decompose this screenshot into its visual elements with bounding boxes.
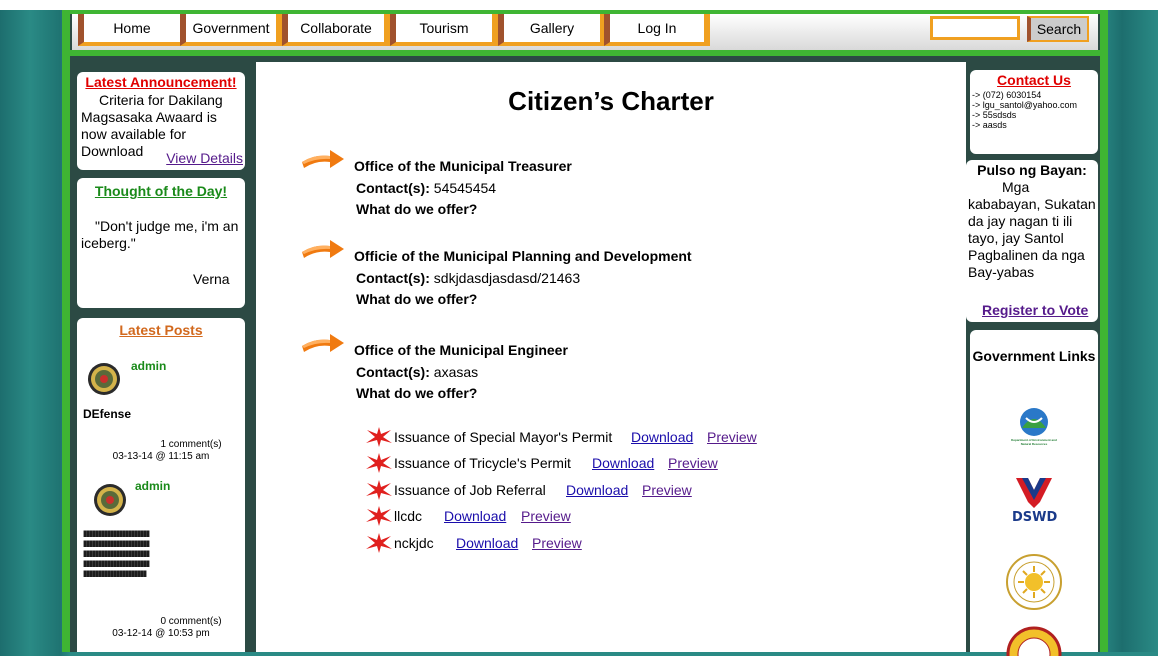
pulso-text: Mga kababayan, Sukatan da jay nagan ti i… (968, 179, 1096, 280)
office-contact: Contact(s): sdkjdasdjasdasd/21463 (356, 270, 580, 286)
post-author[interactable]: admin (135, 479, 170, 493)
contact-value: sdkjdasdjasdasd/21463 (433, 270, 581, 286)
contact-value: axasas (433, 364, 479, 380)
contact-line: -> (072) 6030154 (972, 90, 1042, 100)
thought-author: Verna (193, 271, 230, 287)
thought-title[interactable]: Thought of the Day! (77, 183, 245, 199)
contact-title[interactable]: Contact Us (970, 72, 1098, 88)
download-link[interactable]: Download (592, 455, 654, 471)
gov-links-panel: Government Links Department of Environme… (970, 330, 1098, 656)
seal-icon (94, 484, 126, 516)
contact-list: -> (072) 6030154 -> lgu_santol@yahoo.com… (972, 90, 1077, 130)
star-icon (366, 427, 392, 447)
preview-link[interactable]: Preview (707, 429, 757, 445)
preview-link[interactable]: Preview (521, 508, 571, 524)
preview-link[interactable]: Preview (642, 482, 692, 498)
post-title[interactable]: DEfense (83, 407, 131, 421)
arrow-icon (302, 150, 344, 168)
search-input[interactable] (930, 16, 1020, 40)
post-date: 03-13-14 @ 11:15 am (112, 451, 210, 462)
permit-name: Issuance of Job Referral (394, 482, 546, 498)
arrow-icon (302, 240, 344, 258)
download-link[interactable]: Download (444, 508, 506, 524)
denr-caption: Department of Environment and Natural Re… (1011, 438, 1057, 446)
nav-gallery[interactable]: Gallery (498, 14, 606, 46)
contact-label: Contact(s): (356, 180, 430, 196)
download-link[interactable]: Download (631, 429, 693, 445)
permit-name: nckjdc (394, 535, 434, 551)
post-author[interactable]: admin (131, 359, 166, 373)
pulso-title: Pulso ng Bayan: (977, 162, 1087, 178)
star-icon (366, 480, 392, 500)
thought-panel: Thought of the Day! "Don't judge me, i'm… (77, 178, 245, 308)
permit-name: Issuance of Tricycle's Permit (394, 455, 571, 471)
preview-link[interactable]: Preview (668, 455, 718, 471)
announcement-title[interactable]: Latest Announcement! (77, 74, 245, 90)
download-link[interactable]: Download (456, 535, 518, 551)
post-comments[interactable]: 0 comment(s) (77, 616, 245, 628)
permit-name: Issuance of Special Mayor's Permit (394, 429, 613, 445)
seal-icon (88, 363, 120, 395)
denr-logo-icon (1020, 408, 1048, 436)
post-date: 03-12-14 @ 10:53 pm (112, 628, 210, 639)
office-offer[interactable]: What do we offer? (356, 201, 477, 217)
office-name: Office of the Municipal Engineer (354, 342, 568, 358)
office-contact: Contact(s): 54545454 (356, 180, 496, 196)
arrow-icon (302, 334, 344, 352)
contact-value: 54545454 (433, 180, 497, 196)
office-offer[interactable]: What do we offer? (356, 291, 477, 307)
office-name: Office of the Municipal Treasurer (354, 158, 572, 174)
nav-home[interactable]: Home (78, 14, 186, 46)
office-name: Officie of the Municipal Planning and De… (354, 248, 692, 264)
permit-name: llcdc (394, 508, 423, 524)
post-comments[interactable]: 1 comment(s) (77, 439, 245, 451)
nav-underline (70, 50, 1100, 56)
search-button[interactable]: Search (1027, 16, 1089, 42)
dswd-link[interactable]: DSWD (1012, 476, 1058, 528)
view-details-anchor[interactable]: View Details (166, 150, 243, 166)
nav-collaborate[interactable]: Collaborate (282, 14, 390, 46)
pulso-panel: Pulso ng Bayan: Mga kababayan, Sukatan d… (966, 160, 1098, 322)
post-body: IIIIIIIIIIIIIIIIIIIIIIIIIIIIIIIIIIIIIIII… (83, 529, 150, 579)
dswd-logo-icon (1016, 478, 1052, 508)
nav-tourism[interactable]: Tourism (390, 14, 498, 46)
page-title: Citizen’s Charter (508, 86, 714, 116)
latest-posts-title[interactable]: Latest Posts (77, 322, 245, 338)
tourism-seal-icon[interactable] (1006, 554, 1062, 610)
denr-link[interactable]: Department of Environment and Natural Re… (1008, 406, 1060, 454)
contact-line: -> lgu_santol@yahoo.com (972, 100, 1077, 110)
preview-link[interactable]: Preview (532, 535, 582, 551)
announcement-panel: Latest Announcement! Criteria for Dakila… (77, 72, 245, 170)
nav-government[interactable]: Government (180, 14, 282, 46)
gov-links-title: Government Links (972, 348, 1096, 364)
nav-login[interactable]: Log In (604, 14, 710, 46)
contact-panel: Contact Us -> (072) 6030154 -> lgu_santo… (970, 70, 1098, 154)
contact-label: Contact(s): (356, 364, 430, 380)
view-details-link[interactable]: View Details (166, 150, 243, 166)
star-icon (366, 453, 392, 473)
contact-label: Contact(s): (356, 270, 430, 286)
download-link[interactable]: Download (566, 482, 628, 498)
dswd-caption: DSWD (1012, 510, 1058, 525)
latest-posts-panel: Latest Posts admin DEfense 1 comment(s) … (77, 318, 245, 652)
office-offer[interactable]: What do we offer? (356, 385, 477, 401)
contact-line: -> aasds (972, 120, 1007, 130)
top-strip (0, 0, 1158, 10)
star-icon (366, 506, 392, 526)
thought-quote: "Don't judge me, i'm an iceberg." (81, 218, 239, 251)
register-to-vote-link[interactable]: Register to Vote (982, 302, 1088, 318)
office-contact: Contact(s): axasas (356, 364, 478, 380)
star-icon (366, 533, 392, 553)
contact-line: -> 55sdsds (972, 110, 1017, 120)
